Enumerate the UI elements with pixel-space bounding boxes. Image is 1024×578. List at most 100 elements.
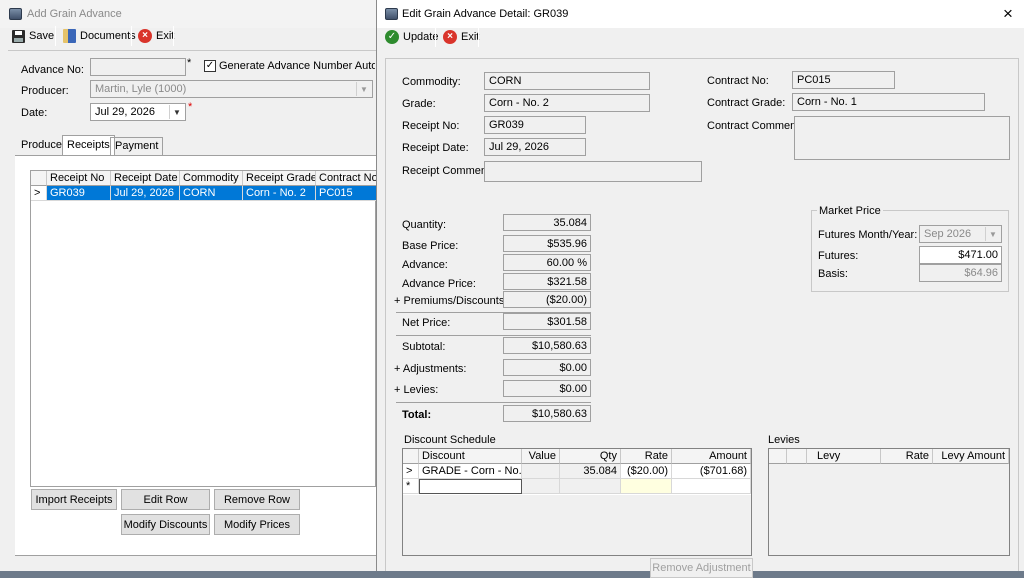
levies-title: Levies xyxy=(768,434,800,446)
subtotal-field: $10,580.63 xyxy=(503,337,591,354)
grade-label: Grade: xyxy=(402,98,436,110)
contract-no-label: Contract No: xyxy=(707,75,769,87)
column-header[interactable]: Levy xyxy=(807,449,881,464)
app-icon xyxy=(385,8,398,20)
close-icon[interactable]: × xyxy=(1003,4,1013,24)
save-button[interactable]: Save xyxy=(9,25,57,47)
column-header[interactable]: Rate xyxy=(881,449,933,464)
futures-month-label: Futures Month/Year: xyxy=(818,229,918,241)
receipt-comment-field[interactable] xyxy=(484,161,702,182)
column-header[interactable]: Receipt No xyxy=(47,171,111,186)
documents-button[interactable]: Documents xyxy=(60,25,139,47)
contract-grade-label: Contract Grade: xyxy=(707,97,786,109)
table-cell[interactable]: GR039 xyxy=(47,186,111,201)
advance-no-field[interactable] xyxy=(90,58,186,76)
column-header[interactable]: Qty xyxy=(560,449,621,464)
table-row[interactable]: > GRADE - Corn - No. 2 35.084 ($20.00) (… xyxy=(403,464,751,479)
table-cell[interactable]: 35.084 xyxy=(560,464,621,479)
column-header[interactable]: Value xyxy=(522,449,560,464)
chevron-down-icon: ▼ xyxy=(985,227,1000,241)
advance-price-label: Advance Price: xyxy=(402,278,476,290)
table-cell[interactable]: Corn - No. 2 xyxy=(243,186,316,201)
generate-number-label: Generate Advance Number Automatically xyxy=(219,60,375,72)
exit-icon: × xyxy=(138,29,152,43)
premiums-discounts-label: + Premiums/Discounts: xyxy=(394,295,508,307)
adjustments-field: $0.00 xyxy=(503,359,591,376)
table-cell[interactable] xyxy=(419,479,522,494)
premiums-discounts-field: ($20.00) xyxy=(503,291,591,308)
exit-button[interactable]: × Exit xyxy=(440,26,482,48)
app-icon xyxy=(9,8,22,20)
column-header[interactable]: Receipt Grade xyxy=(243,171,316,186)
table-cell[interactable]: GRADE - Corn - No. 2 xyxy=(419,464,522,479)
base-price-field: $535.96 xyxy=(503,235,591,252)
table-cell[interactable]: ($20.00) xyxy=(621,464,672,479)
table-cell[interactable] xyxy=(522,479,560,494)
window-title: Add Grain Advance xyxy=(27,8,122,20)
levies-label: + Levies: xyxy=(394,384,439,396)
update-button[interactable]: ✓ Update xyxy=(382,26,441,48)
edit-row-button[interactable]: Edit Row xyxy=(121,489,210,510)
generate-number-checkbox[interactable]: ✓ xyxy=(204,60,216,72)
total-field: $10,580.63 xyxy=(503,405,591,422)
column-header[interactable]: Amount xyxy=(672,449,751,464)
checkmark-icon: ✓ xyxy=(385,30,399,44)
futures-month-select[interactable]: Sep 2026 ▼ xyxy=(919,225,1002,243)
table-cell[interactable] xyxy=(621,479,672,494)
futures-label: Futures: xyxy=(818,250,859,262)
exit-button[interactable]: × Exit xyxy=(135,25,177,47)
market-price-title: Market Price xyxy=(817,205,883,217)
contract-no-field: PC015 xyxy=(792,71,895,89)
producer-select[interactable]: Martin, Lyle (1000) ▼ xyxy=(90,80,373,98)
remove-row-button[interactable]: Remove Row xyxy=(214,489,300,510)
receipt-comment-label: Receipt Comment: xyxy=(402,165,494,177)
advance-price-field: $321.58 xyxy=(503,273,591,290)
table-cell[interactable] xyxy=(672,479,751,494)
discount-schedule-title: Discount Schedule xyxy=(404,434,496,446)
grade-field: Corn - No. 2 xyxy=(484,94,650,112)
producer-label: Producer: xyxy=(21,85,69,97)
column-header[interactable]: Rate xyxy=(621,449,672,464)
basis-field: $64.96 xyxy=(919,264,1002,282)
row-indicator: > xyxy=(31,186,47,201)
row-indicator: * xyxy=(403,479,419,494)
column-header[interactable]: Receipt Date xyxy=(111,171,180,186)
column-header[interactable]: Discount xyxy=(419,449,522,464)
chevron-down-icon: ▼ xyxy=(356,82,371,96)
receipt-no-field: GR039 xyxy=(484,116,586,134)
table-row[interactable]: > GR039 Jul 29, 2026 CORN Corn - No. 2 P… xyxy=(31,186,377,202)
net-price-field: $301.58 xyxy=(503,313,591,330)
date-label: Date: xyxy=(21,107,48,119)
dialog-title: Edit Grain Advance Detail: GR039 xyxy=(402,8,569,20)
table-cell[interactable]: Jul 29, 2026 xyxy=(111,186,180,201)
receipt-no-label: Receipt No: xyxy=(402,120,460,132)
date-picker[interactable]: Jul 29, 2026 ▼ xyxy=(90,103,186,121)
required-mark-date: * xyxy=(188,101,193,113)
table-row[interactable]: * xyxy=(403,479,751,494)
tab-receipts[interactable]: Receipts xyxy=(62,135,115,156)
modify-prices-button[interactable]: Modify Prices xyxy=(214,514,300,535)
advance-no-label: Advance No: xyxy=(21,64,84,76)
save-icon xyxy=(12,29,25,43)
column-header[interactable]: Levy Amount xyxy=(933,449,1009,464)
table-cell[interactable]: CORN xyxy=(180,186,243,201)
table-cell[interactable]: PC015 xyxy=(316,186,377,201)
remove-adjustment-button[interactable]: Remove Adjustment xyxy=(650,558,753,578)
tab-payment[interactable]: Payment xyxy=(110,137,164,155)
modify-discounts-button[interactable]: Modify Discounts xyxy=(121,514,210,535)
chevron-down-icon[interactable]: ▼ xyxy=(169,105,184,119)
commodity-label: Commodity: xyxy=(402,76,461,88)
edit-grain-advance-detail-dialog: Edit Grain Advance Detail: GR039 × ✓ Upd… xyxy=(376,0,1024,578)
import-receipts-button[interactable]: Import Receipts xyxy=(31,489,117,510)
advance-label: Advance: xyxy=(402,259,448,271)
table-cell[interactable] xyxy=(522,464,560,479)
contract-comment-field xyxy=(794,116,1010,160)
receipt-date-label: Receipt Date: xyxy=(402,142,469,154)
column-header[interactable]: Contract No xyxy=(316,171,377,186)
column-header[interactable]: Commodity xyxy=(180,171,243,186)
table-cell[interactable]: ($701.68) xyxy=(672,464,751,479)
base-price-label: Base Price: xyxy=(402,240,459,252)
table-cell[interactable] xyxy=(560,479,621,494)
adjustments-label: + Adjustments: xyxy=(394,363,467,375)
futures-input[interactable]: $471.00 xyxy=(919,246,1002,264)
